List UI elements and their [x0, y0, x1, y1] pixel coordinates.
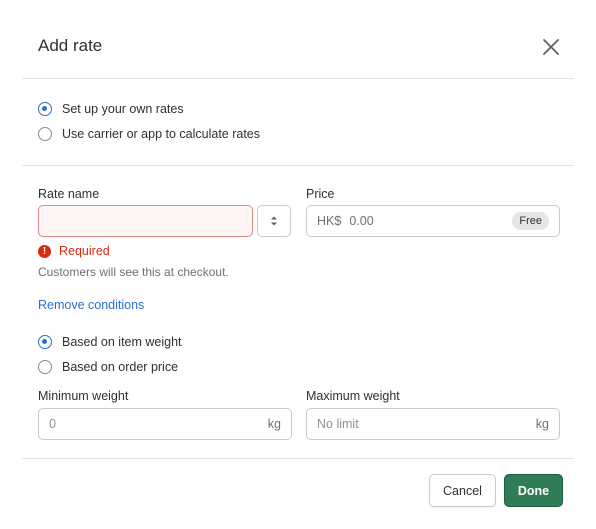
rate-name-stepper[interactable] — [257, 205, 291, 237]
max-weight-unit: kg — [535, 417, 549, 431]
rate-name-error-text: Required — [59, 244, 110, 258]
close-button[interactable] — [536, 32, 566, 62]
radio-item-weight[interactable]: Based on item weight — [38, 335, 182, 349]
min-weight-input[interactable]: 0 kg — [38, 408, 292, 440]
close-icon — [543, 39, 559, 55]
rate-name-error: ! Required — [38, 244, 110, 258]
radio-order-price-label: Based on order price — [62, 360, 179, 374]
radio-carrier-rates[interactable]: Use carrier or app to calculate rates — [38, 127, 260, 141]
radio-order-price-control[interactable] — [38, 360, 52, 374]
radio-own-rates-label: Set up your own rates — [62, 102, 184, 116]
price-currency: HK$ — [317, 214, 342, 228]
max-weight-input[interactable]: No limit kg — [306, 408, 560, 440]
rate-name-input[interactable] — [38, 205, 253, 237]
remove-conditions-link[interactable]: Remove conditions — [38, 298, 144, 312]
min-weight-unit: kg — [267, 417, 281, 431]
footer-divider — [22, 458, 574, 459]
rate-name-help: Customers will see this at checkout. — [38, 265, 229, 279]
free-badge: Free — [512, 212, 549, 230]
radio-order-price[interactable]: Based on order price — [38, 360, 178, 374]
max-weight-label: Maximum weight — [306, 389, 400, 403]
sort-arrows-icon — [271, 216, 277, 226]
rate-name-label: Rate name — [38, 187, 100, 201]
error-icon: ! — [38, 244, 51, 258]
max-weight-placeholder: No limit — [317, 417, 359, 431]
radio-own-rates[interactable]: Set up your own rates — [38, 102, 184, 116]
dialog-title: Add rate — [38, 36, 103, 55]
min-weight-label: Minimum weight — [38, 389, 129, 403]
section-divider — [22, 165, 574, 166]
radio-carrier-rates-control[interactable] — [38, 127, 52, 141]
header-divider — [22, 78, 574, 79]
radio-carrier-rates-label: Use carrier or app to calculate rates — [62, 127, 261, 141]
done-button[interactable]: Done — [504, 474, 563, 507]
price-input[interactable]: HK$ 0.00 Free — [306, 205, 560, 237]
price-value: 0.00 — [349, 214, 374, 228]
radio-item-weight-label: Based on item weight — [62, 335, 182, 349]
price-label: Price — [306, 187, 335, 201]
radio-own-rates-control[interactable] — [38, 102, 52, 116]
radio-item-weight-control[interactable] — [38, 335, 52, 349]
min-weight-placeholder: 0 — [49, 417, 56, 431]
cancel-button[interactable]: Cancel — [429, 474, 496, 507]
